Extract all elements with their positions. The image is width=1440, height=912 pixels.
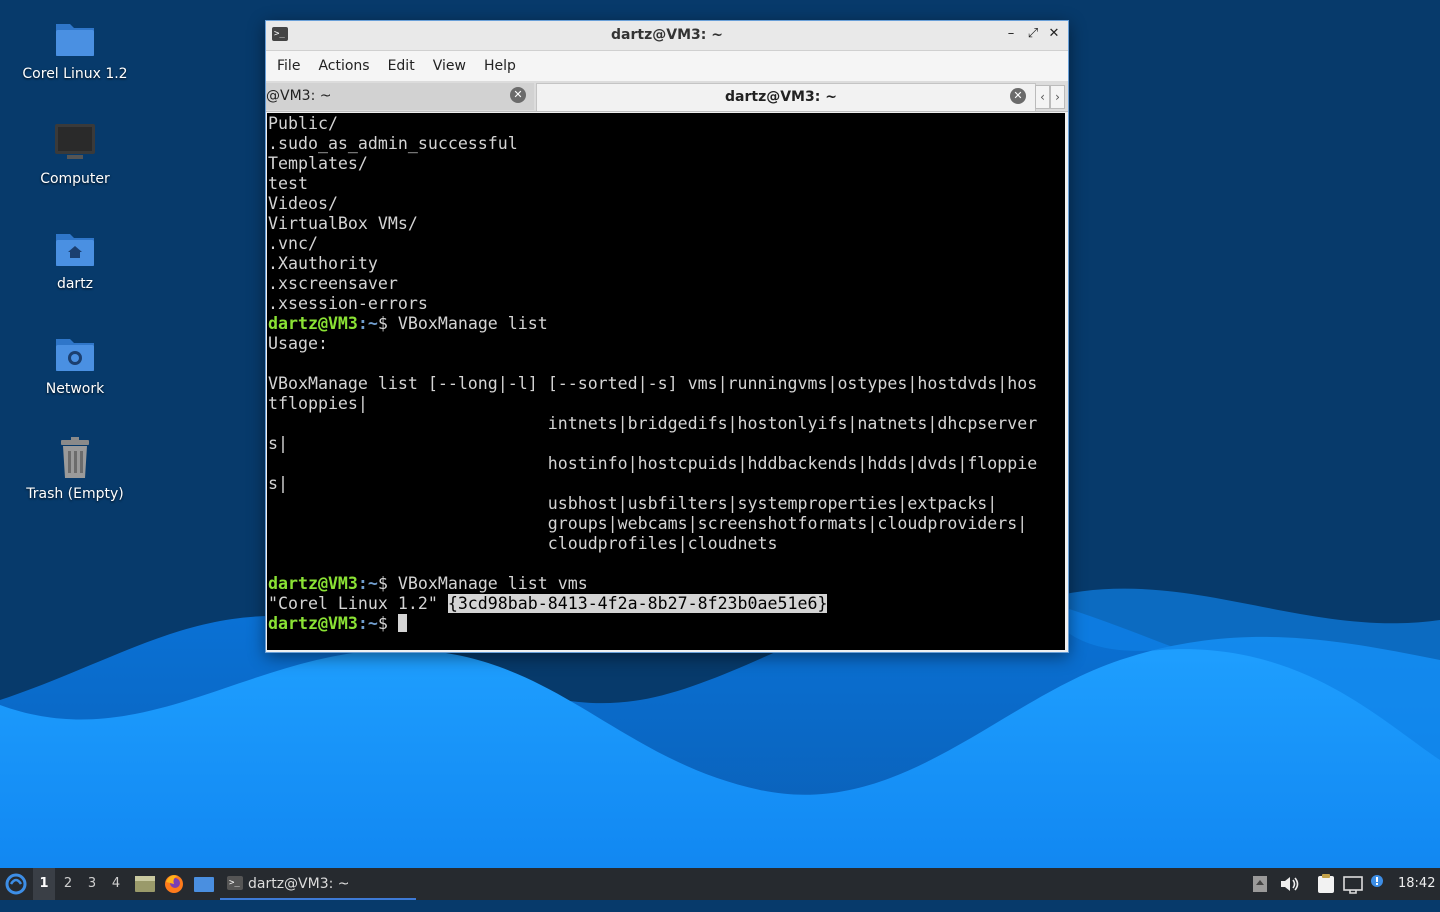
output-line: hostinfo|hostcpuids|hddbackends|hdds|dvd… [268,454,1038,473]
prompt-user: dartz@VM3 [268,314,358,333]
file-manager-icon[interactable] [134,868,156,900]
notification-icon[interactable] [1250,868,1270,900]
text-cursor [397,614,407,632]
output-line: .Xauthority [268,254,378,273]
folder-icon [53,16,97,60]
tab-label: @VM3: ~ [266,88,332,104]
output-line: groups|webcams|screenshotformats|cloudpr… [268,514,1028,533]
prompt-line: dartz@VM3:~$ VBoxManage list vms [268,574,1065,594]
tab-1[interactable]: @VM3: ~ ✕ [266,83,534,110]
tab-scroll-right-icon[interactable]: › [1050,85,1065,109]
output-line: VBoxManage list [--long|-l] [--sorted|-s… [268,374,1038,393]
tab-bar: @VM3: ~ ✕ dartz@VM3: ~ ✕ ‹ › [266,81,1068,112]
prompt-path: :~ [357,314,378,333]
desktop-icon-computer[interactable]: Computer [10,121,140,187]
desktop-icon-corel-linux[interactable]: Corel Linux 1.2 [10,16,140,82]
desktop-icon-dartz[interactable]: dartz [10,226,140,292]
taskbar-window-label: dartz@VM3: ~ [248,876,350,892]
output-line: Public/ [268,114,338,133]
taskbar: 1 2 3 4 >_ dartz@VM3: ~ 18:42 [0,868,1440,900]
vm-name: "Corel Linux 1.2" [268,594,448,613]
prompt-user: dartz@VM3 [268,614,358,633]
menu-help[interactable]: Help [475,58,525,74]
prompt-path: :~ [357,574,378,593]
prompt-line: dartz@VM3:~$ VBoxManage list [268,314,1065,334]
terminal-output[interactable]: Public/.sudo_as_admin_successful Template… [267,113,1065,650]
output-line: .vnc/ [268,234,318,253]
desktop-icon-network[interactable]: Network [10,331,140,397]
workspace-1-button[interactable]: 1 [33,868,55,900]
menu-view[interactable]: View [424,58,475,74]
window-title: dartz@VM3: ~ [611,27,723,43]
tab-close-icon[interactable]: ✕ [1010,88,1026,104]
trash-icon [53,436,97,480]
output-line: .xscreensaver [268,274,398,293]
desktop-icon-label: dartz [56,276,94,292]
tab-label: dartz@VM3: ~ [725,89,837,105]
prompt-sigil: $ [377,314,398,333]
prompt-line: dartz@VM3:~$ [268,614,1065,634]
show-desktop-icon[interactable] [193,868,215,900]
clipboard-icon[interactable] [1315,868,1337,900]
start-menu-button[interactable] [4,868,28,900]
command-text: VBoxManage list [397,314,548,333]
tab-close-icon[interactable]: ✕ [510,87,526,103]
vm-list-line: "Corel Linux 1.2" {3cd98bab-8413-4f2a-8b… [268,594,1065,614]
menu-edit[interactable]: Edit [379,58,424,74]
computer-icon [53,121,97,165]
close-button[interactable]: ✕ [1045,25,1063,43]
output-line: cloudprofiles|cloudnets [268,534,778,553]
menu-bar: File Actions Edit View Help [266,51,1068,81]
prompt-sigil: $ [377,614,398,633]
terminal-window[interactable]: >_ dartz@VM3: ~ – ⤢ ✕ File Actions Edit … [265,20,1069,653]
vm-uuid-selected[interactable]: {3cd98bab-8413-4f2a-8b27-8f23b0ae51e6} [447,594,828,613]
output-line: Templates/ [268,154,368,173]
tab-scroll-left-icon[interactable]: ‹ [1035,85,1050,109]
output-line: test [268,174,308,193]
workspace-3-button[interactable]: 3 [81,868,103,900]
desktop-icon-trash[interactable]: Trash (Empty) [10,436,140,502]
output-line: intnets|bridgedifs|hostonlyifs|natnets|d… [268,414,1038,433]
home-folder-icon [53,226,97,270]
volume-icon[interactable] [1278,868,1300,900]
tab-2-active[interactable]: dartz@VM3: ~ ✕ [536,83,1036,111]
output-line: Videos/ [268,194,338,213]
workspace-4-button[interactable]: 4 [105,868,127,900]
output-line: .xsession-errors [268,294,428,313]
output-line: s| [268,434,288,453]
desktop-icon-label: Computer [40,171,110,187]
maximize-button[interactable]: ⤢ [1024,25,1042,43]
prompt-sigil: $ [377,574,398,593]
taskbar-window-terminal[interactable]: >_ dartz@VM3: ~ [220,868,416,900]
prompt-user: dartz@VM3 [268,574,358,593]
prompt-path: :~ [357,614,378,633]
output-line: Usage: [268,334,328,353]
network-folder-icon [53,331,97,375]
output-line: s| [268,474,288,493]
output-line: .sudo_as_admin_successful [268,134,518,153]
output-line: VirtualBox VMs/ [268,214,418,233]
terminal-app-icon: >_ [227,876,243,890]
command-text: VBoxManage list vms [397,574,588,593]
clock[interactable]: 18:42 [1398,868,1438,900]
desktop-icon-label: Network [45,381,105,397]
menu-actions[interactable]: Actions [309,58,378,74]
window-titlebar[interactable]: >_ dartz@VM3: ~ – ⤢ ✕ [266,21,1068,51]
minimize-button[interactable]: – [1002,25,1020,43]
update-icon[interactable] [1368,868,1386,900]
menu-file[interactable]: File [268,58,309,74]
workspace-2-button[interactable]: 2 [57,868,79,900]
desktop-icon-label: Corel Linux 1.2 [22,66,128,82]
output-line: tfloppies| [268,394,368,413]
firefox-icon[interactable] [163,868,185,900]
desktop-icon-label: Trash (Empty) [26,486,124,502]
output-line: usbhost|usbfilters|systemproperties|extp… [268,494,998,513]
network-icon[interactable] [1342,868,1364,900]
